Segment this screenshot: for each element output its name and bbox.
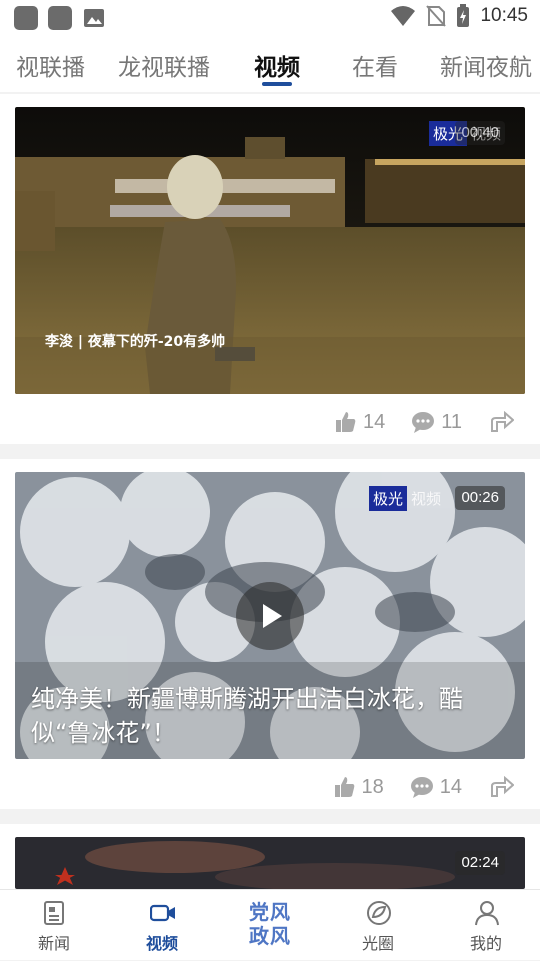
video-thumbnail[interactable]: 极光 视频 00:26 纯净美！新疆博斯腾湖开出洁白冰花，酷似“鲁冰花”！ bbox=[15, 472, 525, 759]
nav-me[interactable]: 我的 bbox=[432, 890, 540, 961]
tab-news-night[interactable]: 新闻夜航 bbox=[440, 48, 532, 82]
tab-longshilianbo[interactable]: 龙视联播 bbox=[118, 48, 210, 82]
newspaper-icon bbox=[42, 900, 68, 926]
no-sim-icon bbox=[426, 5, 446, 27]
comment-count: 11 bbox=[441, 411, 462, 434]
nav-label: 新闻 bbox=[0, 930, 108, 954]
comment-button[interactable]: 14 bbox=[410, 776, 462, 799]
battery-charging-icon bbox=[456, 4, 470, 28]
tab-video[interactable]: 视频 bbox=[254, 48, 300, 82]
comment-icon bbox=[410, 776, 434, 798]
play-icon bbox=[236, 582, 304, 650]
card-actions: 18 14 bbox=[334, 767, 540, 807]
nav-label: 光圈 bbox=[324, 930, 432, 954]
party-conduct-logo: 党风 政风 bbox=[216, 900, 324, 948]
nav-guangquan[interactable]: 光圈 bbox=[324, 890, 432, 961]
nav-label: 视频 bbox=[108, 930, 216, 954]
share-button[interactable] bbox=[490, 411, 514, 433]
bottom-navigation: 新闻 视频 党风 政风 光圈 我的 bbox=[0, 889, 540, 960]
duration-badge: 00:26 bbox=[455, 486, 505, 510]
duration-badge: 02:24 bbox=[455, 851, 505, 875]
comment-button[interactable]: 11 bbox=[411, 411, 462, 434]
share-icon bbox=[490, 776, 514, 798]
nav-video[interactable]: 视频 bbox=[108, 890, 216, 961]
video-preview-image bbox=[15, 837, 525, 889]
tab-zaikan[interactable]: 在看 bbox=[352, 48, 398, 82]
tab-shilianbo[interactable]: 视联播 bbox=[16, 48, 85, 82]
video-card[interactable]: 极光 视频 00:40 李浚 | 夜幕下的歼-20有多帅 14 11 bbox=[0, 94, 540, 444]
video-card[interactable]: 02:24 bbox=[0, 824, 540, 889]
thumbs-up-icon bbox=[334, 776, 356, 798]
video-thumbnail[interactable]: 极光 视频 00:40 李浚 | 夜幕下的歼-20有多帅 bbox=[15, 107, 525, 394]
like-count: 18 bbox=[362, 776, 384, 799]
clock: 10:45 bbox=[480, 5, 528, 27]
circle-leaf-icon bbox=[366, 900, 392, 926]
video-subtitle: 李浚 | 夜幕下的歼-20有多帅 bbox=[45, 331, 225, 351]
like-button[interactable]: 14 bbox=[335, 411, 385, 434]
share-icon bbox=[490, 411, 514, 433]
comment-count: 14 bbox=[440, 776, 462, 799]
video-card[interactable]: 极光 视频 00:26 纯净美！新疆博斯腾湖开出洁白冰花，酷似“鲁冰花”！ 18… bbox=[0, 459, 540, 809]
person-icon bbox=[474, 900, 500, 926]
video-camera-icon bbox=[150, 900, 176, 926]
like-button[interactable]: 18 bbox=[334, 776, 384, 799]
play-button[interactable] bbox=[236, 582, 304, 650]
wifi-icon bbox=[390, 5, 416, 27]
comment-icon bbox=[411, 411, 435, 433]
nav-news[interactable]: 新闻 bbox=[0, 890, 108, 961]
share-button[interactable] bbox=[490, 776, 514, 798]
active-tab-indicator bbox=[262, 82, 292, 86]
like-count: 14 bbox=[363, 411, 385, 434]
app-notification-icon-2 bbox=[48, 6, 72, 30]
nav-label: 我的 bbox=[432, 930, 540, 954]
channel-watermark: 极光 视频 bbox=[369, 486, 445, 511]
video-title: 纯净美！新疆博斯腾湖开出洁白冰花，酷似“鲁冰花”！ bbox=[31, 682, 509, 750]
nav-party-conduct[interactable]: 党风 政风 bbox=[216, 890, 324, 961]
card-actions: 14 11 bbox=[335, 402, 540, 442]
image-notification-icon bbox=[82, 6, 106, 30]
duration-badge: 00:40 bbox=[455, 121, 505, 145]
app-notification-icon bbox=[14, 6, 38, 30]
thumbs-up-icon bbox=[335, 411, 357, 433]
status-bar: 10:45 bbox=[0, 0, 540, 36]
video-thumbnail[interactable]: 02:24 bbox=[15, 837, 525, 889]
